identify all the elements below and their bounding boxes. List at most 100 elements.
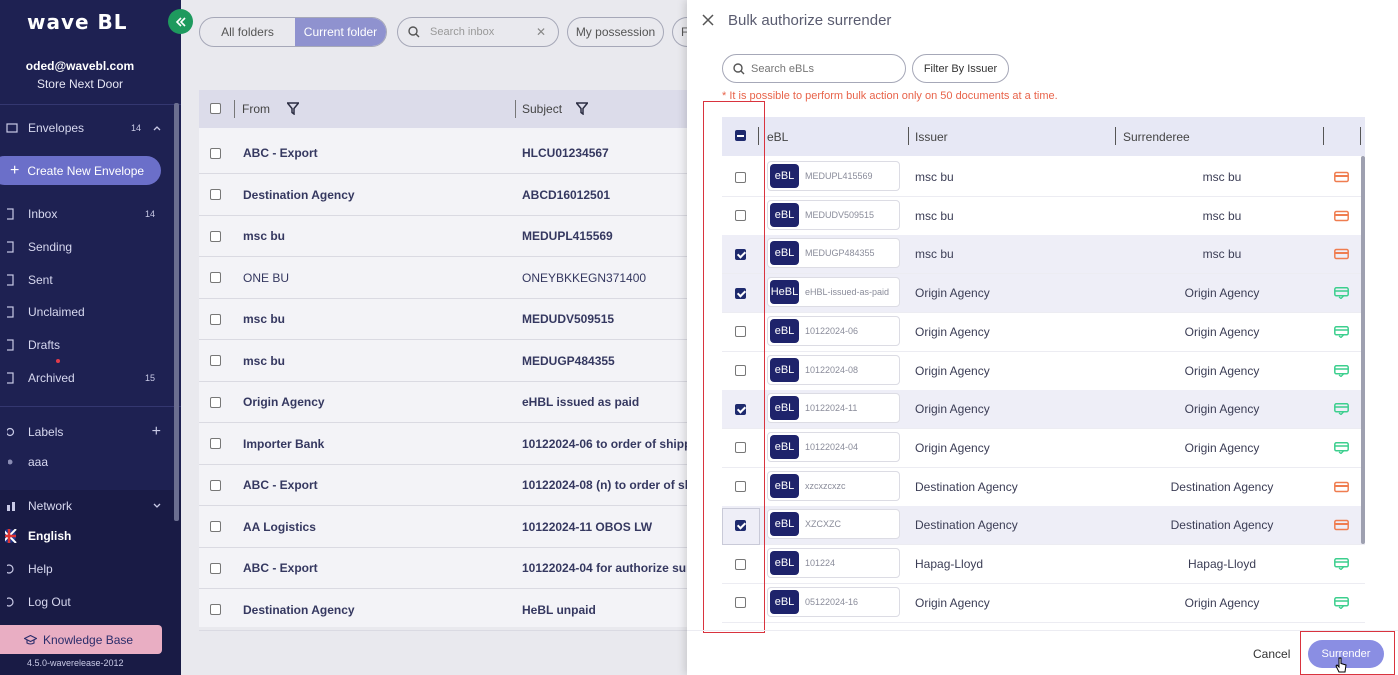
sidebar-item-inbox[interactable]: Inbox 14 [0, 200, 175, 228]
table-row[interactable]: Origin Agency eHBL issued as paid [199, 382, 689, 423]
table-row[interactable]: HeBL eHBL-issued-as-paid Origin Agency Orig… [722, 274, 1365, 314]
table-row[interactable]: eBL 10122024-11 Origin Agency Origin Agency [722, 390, 1365, 430]
column-divider [908, 127, 909, 145]
close-icon[interactable] [701, 13, 715, 27]
sidebar-item-drafts[interactable]: Drafts [0, 331, 175, 359]
row-from: msc bu [243, 353, 286, 368]
row-checkbox[interactable] [210, 355, 221, 366]
row-subject: eHBL issued as paid [522, 395, 640, 409]
issuer-cell: msc bu [915, 247, 954, 262]
table-row[interactable]: ONE BU ONEYBKKEGN371400 [199, 258, 689, 299]
sidebar-item-archived[interactable]: Archived 15 [0, 364, 175, 392]
inbox-search[interactable]: Search inbox ✕ [397, 17, 559, 47]
filter-subject-icon[interactable] [576, 102, 588, 115]
all-folders-tab[interactable]: All folders [200, 18, 295, 46]
table-row[interactable]: Destination Agency ABCD16012501 [199, 175, 689, 216]
issuer-cell: msc bu [915, 170, 954, 184]
row-checkbox[interactable] [210, 604, 221, 615]
table-row[interactable]: eBL 10122024-08 Origin Agency Origin Agency [722, 352, 1365, 391]
table-row[interactable]: AA Logistics 10122024-11 OBOS LW [199, 507, 689, 548]
document-type-badge: eBL [770, 512, 799, 537]
filter-from-icon[interactable] [287, 102, 299, 115]
surrenderee-cell: Origin Agency [1184, 363, 1260, 378]
ebl-search-input[interactable] [751, 62, 891, 75]
all-folders-label: All folders [221, 25, 274, 39]
row-from: msc bu [243, 229, 286, 243]
sidebar-scrollbar[interactable] [174, 103, 179, 521]
network-toggle[interactable]: Network [0, 492, 175, 520]
label-item-name: aaa [28, 455, 49, 469]
row-checkbox[interactable] [210, 479, 221, 491]
help-link[interactable]: Help [0, 555, 175, 583]
focused-checkbox-outline [722, 508, 760, 545]
my-possession-filter[interactable]: My possession [567, 17, 664, 47]
row-subject: ONEYBKKEGN371400 [522, 270, 647, 285]
from-column-header: From [242, 102, 270, 116]
row-checkbox[interactable] [210, 147, 221, 159]
envelopes-section-toggle[interactable]: Envelopes 14 [0, 114, 175, 142]
clear-search-icon[interactable]: ✕ [536, 25, 546, 39]
table-row[interactable]: ABC - Export HLCU01234567 [199, 133, 689, 174]
table-row[interactable]: eBL xzcxzcxzc Destination Agency Destinatio… [722, 468, 1365, 507]
add-label-icon[interactable]: + [152, 423, 161, 441]
row-checkbox[interactable] [210, 313, 221, 325]
sidebar-item-unclaimed[interactable]: Unclaimed [0, 298, 175, 326]
row-checkbox[interactable] [210, 396, 221, 408]
table-row[interactable]: eBL 10122024-06 Origin Agency Origin Agency [722, 313, 1365, 352]
sidebar-item-sent[interactable]: Sent [0, 266, 175, 294]
network-label: Network [28, 499, 73, 513]
help-label: Help [28, 562, 53, 576]
table-row[interactable]: ABC - Export 10122024-04 for authorize su… [199, 548, 689, 589]
logout-link[interactable]: Log Out [0, 588, 175, 616]
surrenderee-cell: Origin Agency [1184, 440, 1260, 455]
sidebar-item-sending[interactable]: Sending [0, 233, 175, 261]
collapse-sidebar-button[interactable] [168, 9, 193, 34]
row-checkbox[interactable] [210, 230, 221, 242]
table-row[interactable]: eBL MEDUPL415569 msc bu msc bu [722, 158, 1365, 197]
table-row[interactable]: Importer Bank 10122024-06 to order of shi… [199, 424, 689, 465]
table-row[interactable]: eBL MEDUDV509515 msc bu msc bu [722, 197, 1365, 236]
row-from: msc bu [243, 312, 286, 326]
divider [0, 104, 181, 105]
surrenderee-cell: Destination Agency [1170, 479, 1274, 494]
surrenderee-cell: Origin Agency [1184, 595, 1260, 610]
table-row[interactable]: msc bu MEDUDV509515 [199, 299, 689, 340]
table-row[interactable]: Destination Agency HeBL unpaid [199, 590, 689, 631]
table-row[interactable]: msc bu MEDUGP484355 [199, 341, 689, 382]
chevron-down-icon [153, 503, 161, 509]
table-row[interactable]: eBL 101224 Hapag-Lloyd Hapag-Lloyd [722, 545, 1365, 584]
envelopes-label: Envelopes [28, 121, 85, 135]
cancel-button[interactable]: Cancel [1253, 647, 1290, 661]
row-checkbox[interactable] [210, 521, 221, 532]
row-checkbox[interactable] [210, 438, 221, 449]
current-folder-tab[interactable]: Current folder [294, 18, 386, 46]
table-row[interactable]: msc bu MEDUPL415569 [199, 216, 689, 257]
row-checkbox[interactable] [210, 272, 221, 283]
inbox-icon [0, 208, 24, 220]
help-icon [0, 564, 24, 574]
ebl-chip: eBL 101224 [767, 548, 900, 578]
subject-column-header: Subject [522, 102, 563, 116]
table-row[interactable]: eBL 10122024-04 Origin Agency Origin Agency [722, 429, 1365, 468]
current-folder-label: Current folder [303, 25, 378, 39]
row-checkbox[interactable] [210, 189, 221, 200]
issuer-cell: msc bu [915, 208, 954, 223]
ebl-search-field[interactable] [722, 54, 906, 83]
label-item[interactable]: aaa [0, 448, 175, 476]
table-row[interactable]: ABC - Export 10122024-08 (n) to order of … [199, 465, 689, 506]
surrenderee-cell: Origin Agency [1184, 402, 1260, 417]
select-all-checkbox[interactable] [210, 103, 221, 114]
table-scrollbar[interactable] [1361, 156, 1365, 544]
table-row[interactable]: eBL XZCXZC Destination Agency Destination A… [722, 506, 1365, 546]
account-org: Store Next Door [36, 77, 124, 91]
table-row[interactable]: eBL 05122024-16 Origin Agency Origin Agency [722, 584, 1365, 623]
row-from: ABC - Export [243, 478, 318, 492]
row-checkbox[interactable] [210, 562, 221, 574]
knowledge-base-button[interactable]: Knowledge Base [0, 625, 162, 654]
create-envelope-button[interactable]: + Create New Envelope [0, 156, 161, 185]
filter-by-issuer-button[interactable]: Filter By Issuer [912, 54, 1009, 83]
language-selector[interactable]: English [0, 522, 175, 550]
ebl-chip: eBL MEDUPL415569 [767, 161, 900, 191]
ebl-column-header: eBL [767, 129, 789, 144]
table-row[interactable]: eBL MEDUGP484355 msc bu msc bu [722, 235, 1365, 275]
